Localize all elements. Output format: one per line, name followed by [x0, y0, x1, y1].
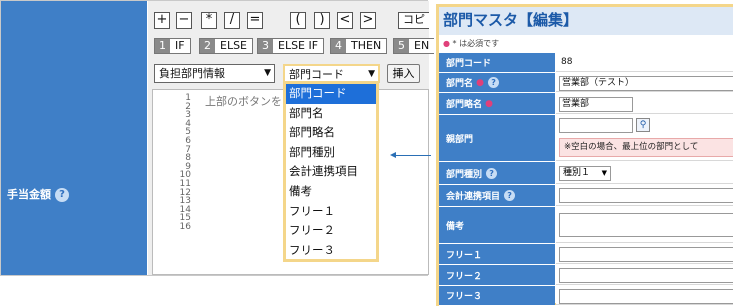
copy-button[interactable]: コピ [398, 12, 429, 29]
greater-than-button[interactable]: > [360, 12, 376, 29]
required-star-icon: ● [443, 39, 450, 48]
keyword-then-button[interactable]: 4 THEN [330, 38, 388, 54]
field-dropdown-list: 部門コード 部門名 部門略名 部門種別 会計連携項目 備考 フリー１ フリー２ … [283, 81, 379, 262]
row-department-type: 部門種別? 種別１ ▼ [439, 162, 733, 185]
dropdown-option[interactable]: 部門コード [286, 84, 376, 104]
row-accounting-link: 会計連携項目? [439, 185, 733, 207]
department-name-input[interactable]: 営業部（テスト） [559, 76, 733, 91]
page-title: 部門マスタ【編集】 [439, 7, 733, 35]
equals-button[interactable]: = [247, 12, 263, 29]
department-short-name-input[interactable]: 営業部 [559, 97, 633, 112]
table-select[interactable]: 負担部門情報 ▼ [154, 64, 275, 83]
chevron-down-icon: ▼ [601, 169, 607, 177]
label-memo: 備考 [439, 207, 555, 243]
row-department-short-name: 部門略名 ● 営業部 [439, 93, 733, 115]
dropdown-option[interactable]: 部門種別 [286, 143, 376, 163]
dropdown-option[interactable]: フリー３ [286, 241, 376, 261]
help-icon[interactable]: ? [55, 188, 69, 202]
free3-input[interactable] [559, 289, 733, 304]
dropdown-option[interactable]: フリー１ [286, 202, 376, 222]
keyword-else-button[interactable]: 2 ELSE [199, 38, 254, 54]
label-free2: フリー２ [439, 265, 555, 285]
row-parent-department: 親部門 ⚲ ※空白の場合、最上位の部門として [439, 115, 733, 162]
field-label: 手当金額? [7, 186, 69, 202]
plus-button[interactable]: + [154, 12, 170, 29]
row-department-code: 部門コード 88 [439, 53, 733, 73]
parent-department-note: ※空白の場合、最上位の部門として [559, 138, 733, 157]
dropdown-option[interactable]: 部門略名 [286, 123, 376, 143]
help-icon[interactable]: ? [488, 77, 500, 88]
help-icon[interactable]: ? [486, 167, 498, 179]
memo-textarea[interactable] [559, 213, 733, 237]
formula-editor-panel: 手当金額? + − * / = ( ) < > コピ 1 IF 2 ELSE 3 EL… [0, 0, 435, 276]
divide-button[interactable]: / [224, 12, 240, 29]
chevron-down-icon: ▼ [264, 68, 271, 78]
dropdown-option[interactable]: 会計連携項目 [286, 162, 376, 182]
label-department-short-name: 部門略名 ● [439, 93, 555, 114]
row-free1: フリー１ [439, 244, 733, 265]
help-icon[interactable]: ? [504, 190, 516, 201]
minus-button[interactable]: − [176, 12, 192, 29]
keyword-end-button[interactable]: 5 EN [393, 38, 435, 54]
keyword-if-button[interactable]: 1 IF [154, 38, 191, 54]
dropdown-option[interactable]: フリー２ [286, 221, 376, 241]
required-note: ● * は必須です [443, 39, 500, 48]
insert-button[interactable]: 挿入 [387, 64, 420, 83]
close-paren-button[interactable]: ) [314, 12, 330, 29]
required-star-icon: ● [482, 98, 494, 109]
label-free1: フリー１ [439, 244, 555, 264]
row-free3: フリー３ [439, 286, 733, 306]
row-memo: 備考 [439, 207, 733, 244]
label-department-name: 部門名 ●? [439, 73, 555, 92]
arrow-left-icon [390, 152, 431, 158]
free2-input[interactable] [559, 268, 733, 283]
required-star-icon: ● [473, 77, 485, 88]
label-free3: フリー３ [439, 286, 555, 305]
label-department-type: 部門種別? [439, 162, 555, 184]
label-parent-department: 親部門 [439, 115, 555, 161]
department-code-value: 88 [559, 56, 639, 71]
department-master-panel: 部門マスタ【編集】 ● * は必須です 部門コード 88 部門名 ●? 営業部（… [436, 4, 733, 306]
accounting-link-input[interactable] [559, 188, 733, 203]
open-paren-button[interactable]: ( [290, 12, 306, 29]
label-department-code: 部門コード [439, 53, 555, 72]
row-free2: フリー２ [439, 265, 733, 286]
multiply-button[interactable]: * [201, 12, 217, 29]
free1-input[interactable] [559, 247, 733, 262]
less-than-button[interactable]: < [337, 12, 353, 29]
line-numbers: 1 2 3 4 5 6 7 8 9 10 11 12 13 14 15 16 [179, 93, 191, 232]
dropdown-option[interactable]: 部門名 [286, 104, 376, 124]
field-label-column: 手当金額? [1, 1, 147, 275]
parent-department-input[interactable] [559, 118, 633, 133]
department-type-select[interactable]: 種別１ ▼ [559, 166, 611, 181]
label-accounting-link: 会計連携項目? [439, 185, 555, 206]
dropdown-option[interactable]: 備考 [286, 182, 376, 202]
search-icon[interactable]: ⚲ [636, 118, 650, 132]
keyword-else-if-button[interactable]: 3 ELSE IF [257, 38, 325, 54]
row-department-name: 部門名 ●? 営業部（テスト） [439, 73, 733, 93]
